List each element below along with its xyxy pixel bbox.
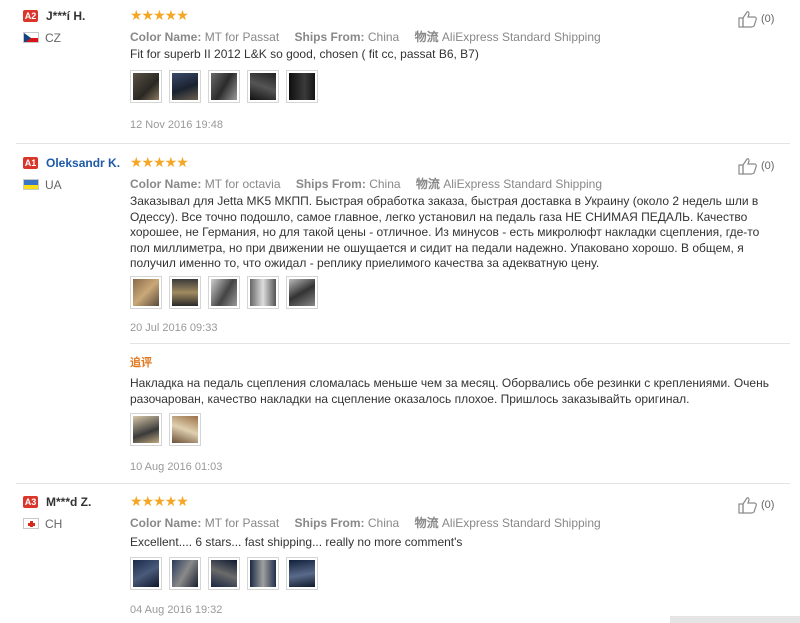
review-photos	[130, 276, 318, 309]
review-photo[interactable]	[286, 276, 318, 309]
review-photos	[130, 70, 318, 103]
helpful-count: (0)	[761, 160, 775, 172]
additional-feedback-text: Накладка на педаль сцепления сломалась м…	[130, 376, 769, 406]
ships-value: China	[369, 177, 401, 191]
review-photo[interactable]	[130, 413, 162, 446]
logistics-value: AliExpress Standard Shipping	[443, 177, 603, 191]
ships-value: China	[367, 516, 400, 530]
review-text: Excellent.... 6 stars... fast shipping..…	[130, 535, 463, 549]
buyer-country: CZ	[45, 31, 61, 45]
review-text: Заказывал для Jetta MK5 МКПП. Быстрая об…	[130, 194, 760, 270]
flag-cz-icon	[23, 32, 39, 43]
review-photo[interactable]	[208, 276, 240, 309]
thumbs-up-icon	[738, 11, 757, 28]
review-photo[interactable]	[208, 70, 240, 103]
divider	[16, 143, 790, 144]
logistics-value: AliExpress Standard Shipping	[441, 30, 601, 44]
review-text: Fit for superb II 2012 L&K so good, chos…	[130, 47, 479, 61]
ships-label: Ships From:	[295, 177, 366, 191]
review-date: 20 Jul 2016 09:33	[130, 322, 218, 334]
bottom-strip	[670, 616, 800, 623]
divider	[16, 483, 790, 484]
review-photo[interactable]	[169, 413, 201, 446]
review-photo[interactable]	[169, 70, 201, 103]
review-photo[interactable]	[130, 557, 162, 590]
additional-feedback-date: 10 Aug 2016 01:03	[130, 461, 223, 473]
review-photo[interactable]	[169, 276, 201, 309]
logistics-label: 物流	[415, 177, 440, 191]
review-photo[interactable]	[130, 276, 162, 309]
star-rating: ★★★★★	[130, 7, 189, 23]
thumbs-up-icon	[738, 158, 757, 175]
logistics-value: AliExpress Standard Shipping	[441, 516, 601, 530]
ships-label: Ships From:	[294, 516, 365, 530]
review-photo[interactable]	[208, 557, 240, 590]
star-rating: ★★★★★	[130, 154, 189, 170]
thumbs-up-icon	[738, 497, 757, 514]
color-label: Color Name:	[130, 177, 202, 191]
divider	[130, 343, 790, 344]
logistics-label: 物流	[414, 30, 439, 44]
review-photo[interactable]	[286, 557, 318, 590]
helpful-count: (0)	[761, 13, 775, 25]
review-date: 04 Aug 2016 19:32	[130, 604, 223, 616]
buyer-name: J***í H.	[46, 9, 86, 23]
additional-photos	[130, 413, 201, 446]
review-photo[interactable]	[247, 276, 279, 309]
color-label: Color Name:	[130, 516, 202, 530]
logistics-label: 物流	[414, 516, 439, 530]
color-value: MT for Passat	[204, 516, 280, 530]
order-info: Color Name: MT for octavia Ships From: C…	[130, 175, 602, 192]
review-photo[interactable]	[169, 557, 201, 590]
color-value: MT for Passat	[204, 30, 280, 44]
helpful-count: (0)	[761, 499, 775, 511]
ships-label: Ships From:	[294, 30, 365, 44]
color-label: Color Name:	[130, 30, 202, 44]
order-info: Color Name: MT for Passat Ships From: Ch…	[130, 514, 601, 531]
additional-feedback-label: 追评	[130, 357, 152, 369]
buyer-level-badge: A2	[23, 10, 38, 22]
ships-value: China	[367, 30, 400, 44]
review-photo[interactable]	[247, 557, 279, 590]
helpful-button[interactable]: (0)	[738, 10, 774, 28]
buyer-name[interactable]: Oleksandr K.	[46, 156, 120, 170]
buyer-level-badge: A3	[23, 496, 38, 508]
review-date: 12 Nov 2016 19:48	[130, 119, 223, 131]
helpful-button[interactable]: (0)	[738, 496, 774, 514]
flag-ch-icon	[23, 518, 39, 529]
review-photo[interactable]	[286, 70, 318, 103]
helpful-button[interactable]: (0)	[738, 157, 774, 175]
star-rating: ★★★★★	[130, 493, 189, 509]
order-info: Color Name: MT for Passat Ships From: Ch…	[130, 28, 601, 45]
buyer-name: M***d Z.	[46, 495, 92, 509]
review-photo[interactable]	[130, 70, 162, 103]
color-value: MT for octavia	[204, 177, 281, 191]
review-photos	[130, 557, 318, 590]
flag-ua-icon	[23, 179, 39, 190]
review-photo[interactable]	[247, 70, 279, 103]
buyer-level-badge: A1	[23, 157, 38, 169]
buyer-country: CH	[45, 517, 63, 531]
buyer-country: UA	[45, 178, 62, 192]
